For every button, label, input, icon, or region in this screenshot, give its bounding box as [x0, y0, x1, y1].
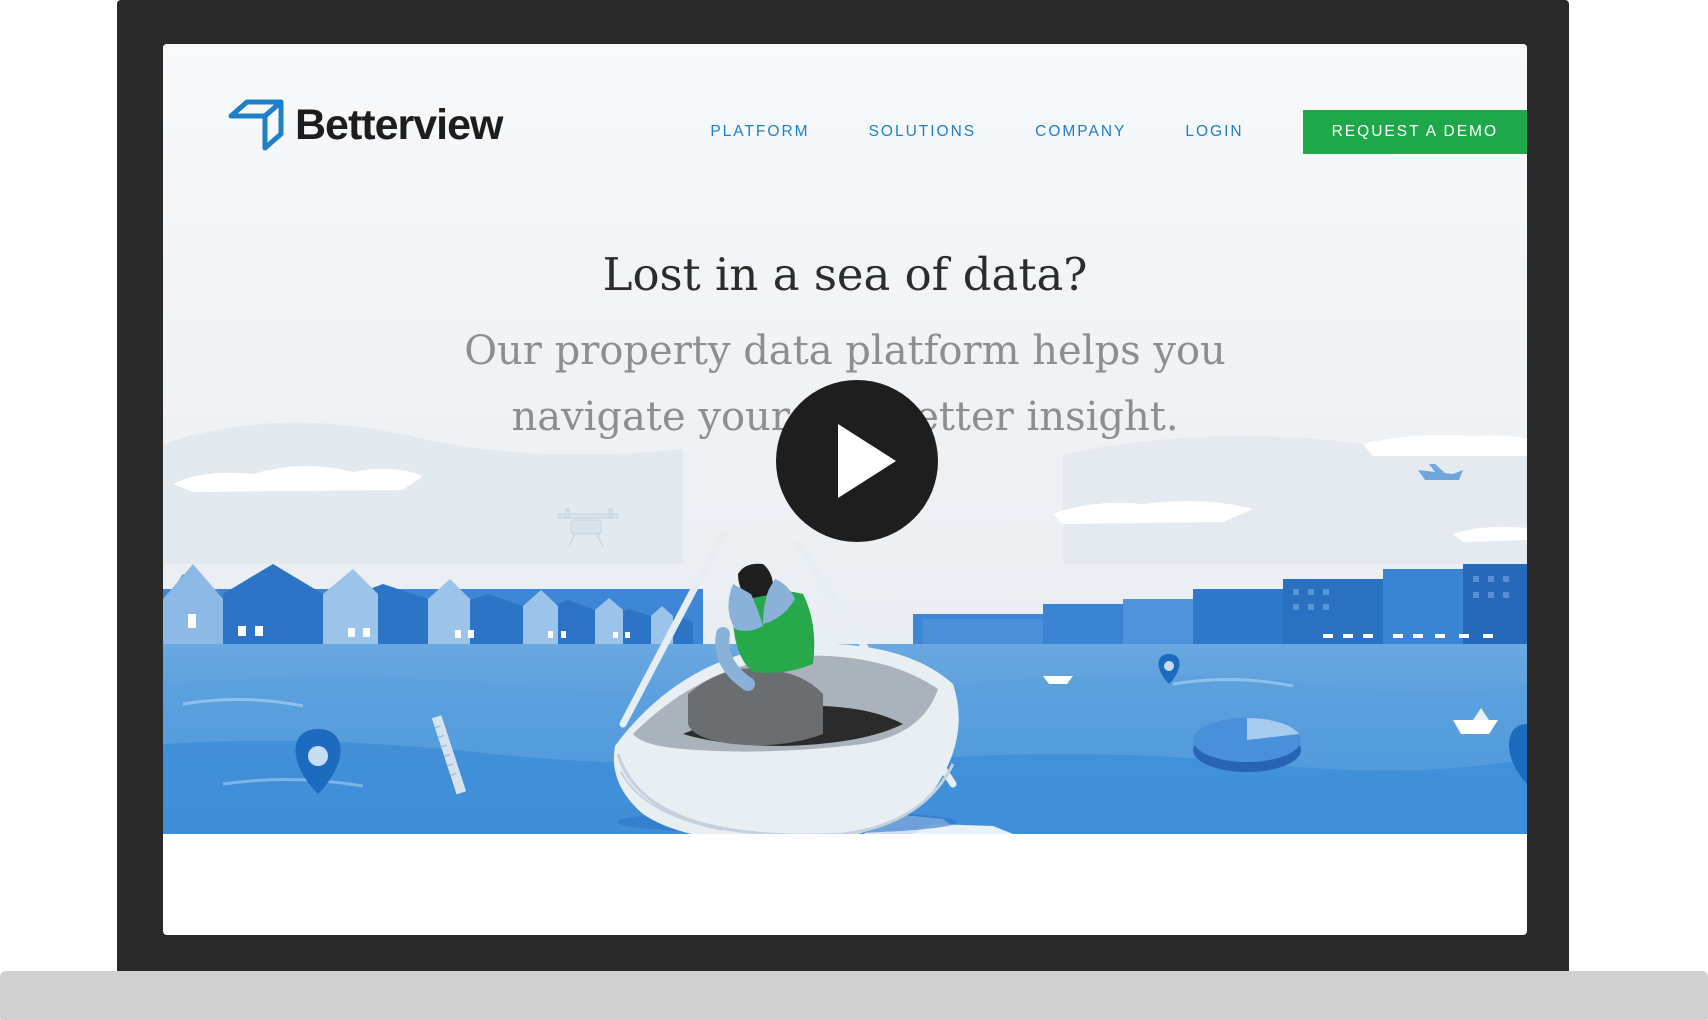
main-nav: PLATFORM SOLUTIONS COMPANY LOGIN REQUEST… — [710, 110, 1527, 154]
betterview-cube-icon — [228, 99, 284, 151]
brand-name: Betterview — [295, 100, 503, 149]
request-demo-button[interactable]: REQUEST A DEMO — [1302, 110, 1527, 154]
hero-headline: Lost in a sea of data? — [602, 248, 1088, 301]
nav-link-platform[interactable]: PLATFORM — [710, 123, 809, 141]
laptop-base — [0, 971, 1708, 1020]
browser-screen: Betterview PLATFORM SOLUTIONS COMPANY LO… — [163, 44, 1527, 935]
play-icon — [838, 424, 896, 498]
hero-section: Betterview PLATFORM SOLUTIONS COMPANY LO… — [163, 44, 1527, 834]
nav-link-solutions[interactable]: SOLUTIONS — [869, 123, 977, 141]
video-play-button[interactable] — [776, 380, 938, 542]
nav-link-login[interactable]: LOGIN — [1185, 123, 1243, 141]
nav-link-company[interactable]: COMPANY — [1035, 123, 1126, 141]
brand-logo[interactable]: Betterview — [225, 94, 503, 156]
